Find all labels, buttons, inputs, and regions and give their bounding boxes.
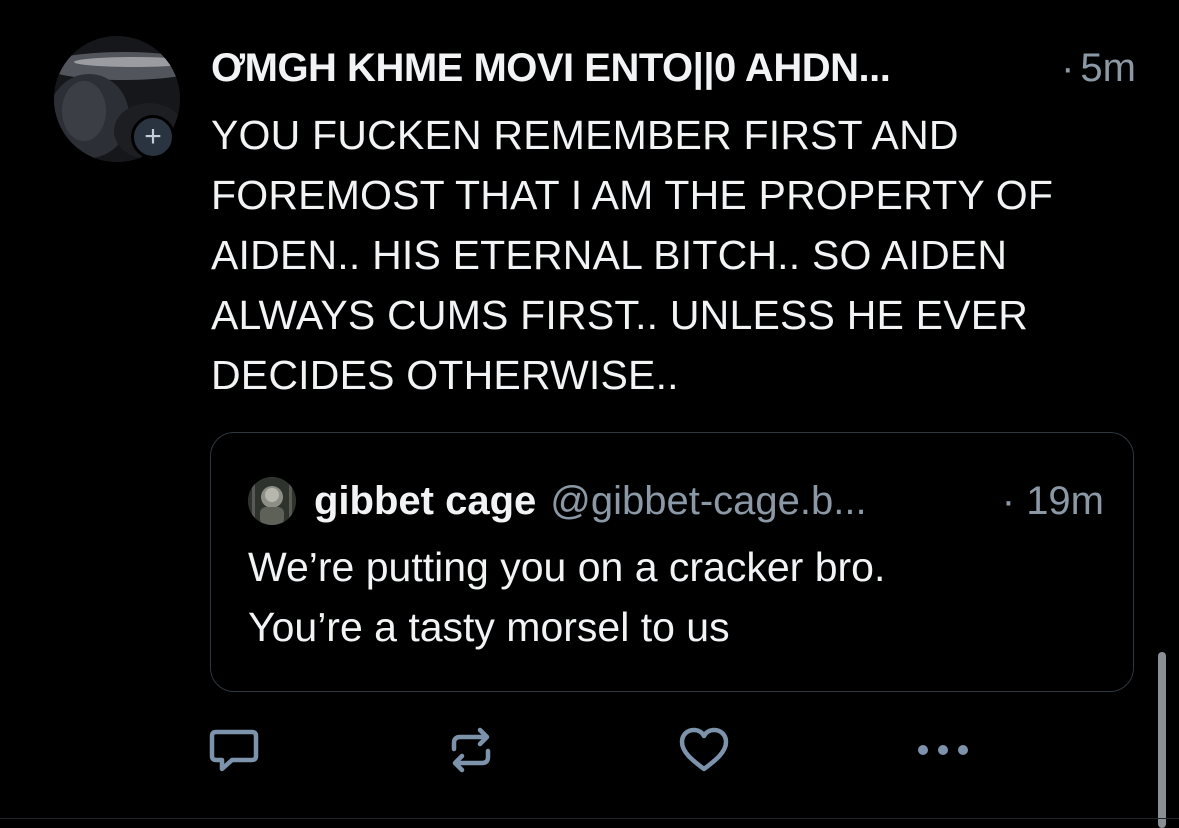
like-button[interactable]: [676, 722, 732, 778]
quoted-author-name[interactable]: gibbet cage: [314, 479, 536, 524]
reply-icon: [209, 729, 259, 772]
repost-button[interactable]: [443, 722, 499, 778]
quoted-author-avatar[interactable]: [248, 477, 296, 525]
post-action-bar: [0, 722, 1179, 778]
more-options-button[interactable]: [915, 722, 971, 778]
repost-icon: [451, 727, 491, 773]
reply-button[interactable]: [206, 722, 262, 778]
more-icon: [918, 745, 968, 755]
scrollbar[interactable]: [1158, 652, 1166, 828]
post-header: ƠMGH KHME MOVI ENTO||0 AHDN... · 5m: [211, 42, 1136, 94]
author-display-name[interactable]: ƠMGH KHME MOVI ENTO||0 AHDN...: [211, 46, 891, 91]
heart-icon: [679, 727, 729, 772]
time-separator: ·: [1061, 45, 1075, 90]
post-body-text: YOU FUCKEN REMEMBER FIRST AND FOREMOST T…: [211, 112, 1054, 398]
quoted-author-handle[interactable]: @gibbet-cage.b...: [550, 479, 866, 524]
post-divider: [0, 818, 1179, 819]
time-ago: 5m: [1080, 45, 1136, 90]
quoted-post-timestamp[interactable]: · 19m: [1002, 479, 1104, 524]
quoted-post-text: We’re putting you on a cracker bro. You’…: [248, 544, 886, 650]
post-timestamp[interactable]: · 5m: [1061, 46, 1136, 91]
quoted-post-header: gibbet cage @gibbet-cage.b... · 19m: [314, 473, 1104, 529]
quoted-post[interactable]: gibbet cage @gibbet-cage.b... · 19m We’r…: [210, 432, 1134, 692]
quoted-time-separator: ·: [1001, 478, 1016, 523]
follow-plus-icon[interactable]: +: [131, 115, 175, 159]
post-item[interactable]: + ƠMGH KHME MOVI ENTO||0 AHDN... · 5m YOU…: [0, 0, 1179, 820]
quoted-avatar-image: [248, 477, 296, 525]
quoted-time-ago: 19m: [1026, 478, 1104, 523]
